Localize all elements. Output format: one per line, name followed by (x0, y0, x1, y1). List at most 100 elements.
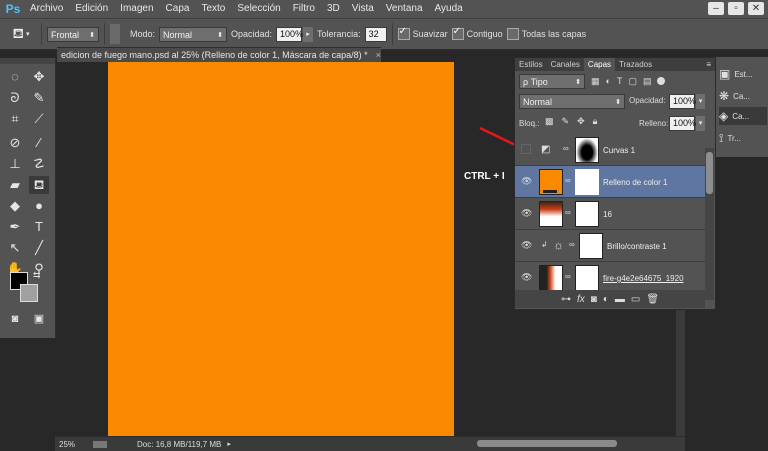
quick-select-icon[interactable]: ✎ (29, 89, 49, 107)
new-layer-icon[interactable]: ▭ (631, 294, 640, 305)
lock-position-icon[interactable]: ✥ (577, 116, 585, 127)
layer-filter-select[interactable]: ρ Tipo ⬍ (519, 74, 585, 89)
layer-mask-thumbnail[interactable] (575, 137, 599, 163)
menu-imagen[interactable]: Imagen (114, 0, 159, 18)
healing-brush-icon[interactable]: ⊘ (5, 134, 25, 152)
clone-stamp-icon[interactable]: ⊥ (5, 155, 25, 173)
document-tab[interactable]: edicion de fuego mano.psd al 25% (Rellen… (57, 47, 381, 62)
status-indicator-icon[interactable] (93, 440, 108, 448)
lock-all-icon[interactable]: 🔒︎ (593, 116, 598, 127)
menu-seleccion[interactable]: Selección (231, 0, 286, 18)
chevron-down-icon[interactable]: ▾ (696, 94, 705, 109)
paint-bucket-tool-preset[interactable]: ⛾ ▾ (6, 23, 36, 45)
brush-icon[interactable]: ∕ (29, 134, 49, 152)
layer-thumbnail[interactable] (539, 201, 563, 227)
smart-object-filter-icon[interactable]: ▤ (643, 76, 652, 87)
lock-pixels-icon[interactable]: ✎ (562, 116, 570, 127)
menu-capa[interactable]: Capa (160, 0, 196, 18)
link-icon[interactable]: ∞ (569, 240, 575, 249)
background-color-swatch[interactable] (20, 284, 38, 302)
add-mask-icon[interactable]: ◙ (591, 294, 597, 305)
menu-3d[interactable]: 3D (321, 0, 346, 18)
tab-capas[interactable]: Capas (583, 58, 616, 71)
fill-source-select[interactable]: Frontal ⬍ (47, 26, 99, 42)
layer-row[interactable]: 👁︎ ↲ ☼ ∞ Brillo/contraste 1 (515, 230, 705, 262)
layer-mask-thumbnail[interactable] (579, 233, 603, 259)
panel-menu-icon[interactable]: ≡ (706, 60, 711, 69)
opacity-dropdown-button[interactable]: ▸ (303, 26, 314, 42)
trash-icon[interactable]: 🗑︎ (646, 294, 659, 305)
swap-colors-icon[interactable]: ⇆ (33, 270, 41, 281)
layer-opacity-input[interactable]: 100% (669, 94, 696, 109)
type-filter-icon[interactable]: T (617, 76, 623, 86)
horizontal-scrollbar-thumb[interactable] (477, 440, 617, 447)
pattern-picker[interactable] (110, 24, 120, 44)
link-layers-icon[interactable]: ⊶ (561, 294, 571, 305)
layer-row[interactable]: ◩ ∞ Curvas 1 (515, 134, 705, 166)
eye-icon[interactable]: 👁︎ (521, 176, 532, 186)
contiguous-checkbox[interactable] (451, 26, 464, 40)
link-icon[interactable]: ∞ (565, 272, 571, 281)
dock-item-layers[interactable]: ◈ Ca... (719, 107, 767, 125)
tolerance-input[interactable]: 32 (364, 26, 387, 42)
layer-row[interactable]: 👁︎ ∞ fire-g4e2e64675_1920 (515, 262, 705, 290)
quick-mask-icon[interactable]: ◙ (5, 310, 25, 328)
canvas-vertical-scrollbar[interactable] (676, 310, 685, 436)
shape-filter-icon[interactable]: ▢ (628, 76, 637, 87)
crop-icon[interactable]: ⌗ (5, 110, 25, 128)
eye-icon[interactable]: 👁︎ (521, 208, 532, 218)
lasso-icon[interactable]: ᘐ (5, 89, 25, 107)
chevron-down-icon[interactable]: ▾ (696, 116, 705, 131)
pen-icon[interactable]: ✒ (5, 218, 25, 236)
tab-estilos[interactable]: Estilos (515, 58, 547, 71)
chevron-right-icon[interactable]: ▸ (227, 440, 231, 448)
layer-row[interactable]: 👁︎ ∞ 16 (515, 198, 705, 230)
panel-grip[interactable] (0, 58, 55, 64)
close-button[interactable]: ✕ (748, 2, 764, 15)
layer-mask-thumbnail[interactable] (575, 169, 599, 195)
fill-input[interactable]: 100% (669, 116, 696, 131)
paint-bucket-icon[interactable]: ⛾ (29, 176, 49, 194)
lock-transparency-icon[interactable]: ▩ (545, 116, 554, 127)
restore-button[interactable]: ▫ (728, 2, 744, 15)
zoom-level[interactable]: 25% (59, 440, 75, 449)
dock-item-paths[interactable]: ⟟ Tr... (719, 129, 767, 147)
screen-mode-icon[interactable]: ▣ (29, 310, 49, 328)
blend-mode-select[interactable]: Normal ⬍ (519, 94, 625, 109)
mode-select[interactable]: Normal ⬍ (159, 26, 228, 42)
layer-mask-thumbnail[interactable] (575, 201, 599, 227)
adjustment-filter-icon[interactable]: ◐ (606, 76, 611, 86)
new-adjustment-icon[interactable]: ◐ (603, 294, 609, 305)
history-brush-icon[interactable]: ☡ (29, 155, 49, 173)
all-layers-checkbox[interactable] (506, 28, 519, 40)
layer-thumbnail[interactable] (539, 265, 563, 290)
tab-trazados[interactable]: Trazados (615, 58, 656, 71)
link-icon[interactable]: ∞ (565, 176, 571, 185)
menu-ayuda[interactable]: Ayuda (429, 0, 469, 18)
layer-style-icon[interactable]: fx (577, 294, 585, 305)
menu-ventana[interactable]: Ventana (380, 0, 429, 18)
menu-filtro[interactable]: Filtro (287, 0, 321, 18)
tab-canales[interactable]: Canales (547, 58, 584, 71)
layer-mask-thumbnail[interactable] (575, 265, 599, 290)
menu-edicion[interactable]: Edición (69, 0, 114, 18)
minimize-button[interactable]: – (708, 2, 724, 15)
link-icon[interactable]: ∞ (565, 208, 571, 217)
blur-icon[interactable]: ◆ (5, 197, 25, 215)
marquee-icon[interactable]: ◌ (5, 68, 25, 86)
menu-texto[interactable]: Texto (195, 0, 231, 18)
line-icon[interactable]: ╱ (29, 239, 49, 257)
filter-toggle-icon[interactable] (657, 77, 666, 85)
eyedropper-icon[interactable]: ⟋ (29, 110, 49, 128)
eye-icon[interactable]: 👁︎ (521, 240, 532, 250)
dock-item-styles[interactable]: ▣ Est... (719, 65, 767, 83)
type-icon[interactable]: T (29, 218, 49, 236)
close-icon[interactable]: × (376, 50, 381, 60)
document-canvas[interactable] (108, 62, 454, 438)
eraser-icon[interactable]: ▰ (5, 176, 25, 194)
menu-vista[interactable]: Vista (346, 0, 380, 18)
menu-archivo[interactable]: Archivo (24, 0, 69, 18)
link-icon[interactable]: ∞ (563, 144, 569, 153)
layer-row-selected[interactable]: 👁︎ ∞ Relleno de color 1 (515, 166, 705, 198)
layers-scrollbar[interactable] (705, 148, 714, 300)
